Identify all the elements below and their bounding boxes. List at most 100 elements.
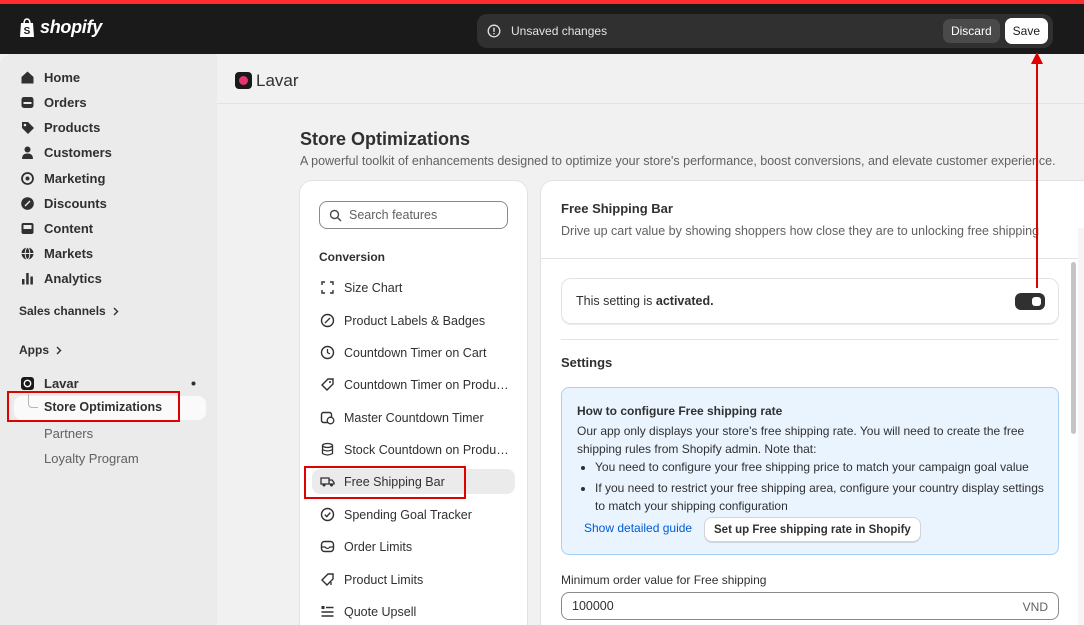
annotation-arrow bbox=[1031, 52, 1043, 288]
sidebar-item-customers[interactable]: Customers bbox=[20, 142, 112, 162]
badge-icon bbox=[320, 313, 335, 328]
page-subtitle: A powerful toolkit of enhancements desig… bbox=[300, 154, 1056, 168]
sidebar-item-label: Markets bbox=[44, 245, 94, 261]
globe-icon bbox=[21, 246, 34, 260]
sidebar-item-analytics[interactable]: Analytics bbox=[20, 268, 102, 288]
feature-label: Product Labels & Badges bbox=[344, 313, 486, 328]
list-icon bbox=[321, 606, 334, 617]
feature-item-countdown-cart[interactable]: Countdown Timer on Cart bbox=[312, 340, 515, 365]
feature-item-order-limits[interactable]: Order Limits bbox=[312, 534, 515, 559]
min-order-input[interactable] bbox=[572, 599, 972, 613]
feature-label: Size Chart bbox=[344, 280, 403, 295]
sidebar-item-markets[interactable]: Markets bbox=[20, 243, 93, 263]
activation-status: activated. bbox=[655, 294, 714, 308]
apps-label: Apps bbox=[19, 343, 49, 357]
sidebar-item-label: Discounts bbox=[44, 195, 107, 211]
main-area: Lavar Store Optimizations A powerful too… bbox=[217, 54, 1084, 625]
feature-item-product-labels[interactable]: Product Labels & Badges bbox=[312, 308, 515, 333]
sidebar-item-products[interactable]: Products bbox=[20, 117, 100, 137]
app-title: Lavar bbox=[256, 71, 299, 90]
sidebar-sub-loyalty-program[interactable]: Loyalty Program bbox=[44, 451, 139, 466]
discount-icon bbox=[21, 196, 34, 210]
currency-suffix: VND bbox=[1022, 600, 1048, 614]
tag-limit-icon bbox=[321, 573, 334, 586]
feature-item-quote-upsell[interactable]: Quote Upsell bbox=[312, 599, 515, 624]
sidebar-item-orders[interactable]: Orders bbox=[20, 92, 87, 112]
feature-item-stock-countdown[interactable]: Stock Countdown on Product Page bbox=[312, 437, 515, 462]
apps-link[interactable]: Apps bbox=[19, 343, 62, 357]
info-bullets: You need to configure your free shipping… bbox=[595, 458, 1050, 518]
sidebar-item-label: Marketing bbox=[44, 170, 106, 186]
info-banner: How to configure Free shipping rate Our … bbox=[561, 387, 1059, 555]
setup-free-shipping-button[interactable]: Set up Free shipping rate in Shopify bbox=[704, 517, 921, 542]
app-header: Lavar bbox=[217, 54, 1084, 104]
timer-icon bbox=[321, 378, 334, 391]
check-circle-icon bbox=[320, 507, 335, 522]
sidebar-item-label: Lavar bbox=[44, 375, 79, 391]
sidebar-sub-partners[interactable]: Partners bbox=[44, 426, 93, 441]
highlight-box-free-shipping-bar bbox=[304, 466, 466, 499]
sidebar-item-home[interactable]: Home bbox=[20, 67, 80, 87]
show-guide-link[interactable]: Show detailed guide bbox=[584, 521, 692, 535]
chevron-right-icon bbox=[113, 307, 119, 315]
group-label: Conversion bbox=[319, 250, 386, 264]
shopify-bag-icon: S bbox=[20, 17, 34, 37]
pin-dot-icon bbox=[191, 381, 196, 386]
tag-icon bbox=[22, 121, 34, 134]
feature-item-size-chart[interactable]: Size Chart bbox=[312, 275, 515, 300]
detail-title: Free Shipping Bar bbox=[561, 201, 673, 216]
sidebar-item-content[interactable]: Content bbox=[20, 218, 93, 238]
bar-chart-icon bbox=[22, 272, 33, 284]
feature-item-countdown-product[interactable]: Countdown Timer on Product Page bbox=[312, 372, 515, 397]
sidebar-item-lavar[interactable]: Lavar bbox=[20, 373, 79, 393]
feature-label: Countdown Timer on Cart bbox=[344, 345, 487, 360]
divider bbox=[561, 339, 1059, 340]
feature-label: Quote Upsell bbox=[344, 604, 417, 619]
search-field[interactable] bbox=[319, 201, 508, 229]
search-input[interactable] bbox=[349, 208, 499, 222]
feature-label: Countdown Timer on Product Page bbox=[344, 377, 509, 392]
lavar-app-icon bbox=[21, 376, 34, 390]
shopify-wordmark: shopify bbox=[40, 17, 102, 37]
detail-subtitle: Drive up cart value by showing shoppers … bbox=[561, 224, 1040, 238]
feature-item-product-limits[interactable]: Product Limits bbox=[312, 567, 515, 592]
min-order-label: Minimum order value for Free shipping bbox=[561, 573, 767, 587]
feature-list-card: Conversion Size Chart Product Labels & B… bbox=[300, 181, 527, 625]
sidebar-item-discounts[interactable]: Discounts bbox=[20, 193, 107, 213]
calendar-clock-icon bbox=[320, 411, 335, 425]
feature-label: Stock Countdown on Product Page bbox=[344, 442, 509, 457]
scrollbar-track[interactable] bbox=[1078, 228, 1084, 625]
divider bbox=[541, 258, 1084, 259]
feature-item-master-countdown[interactable]: Master Countdown Timer bbox=[312, 405, 515, 430]
target-icon bbox=[21, 171, 34, 185]
sidebar-item-label: Content bbox=[44, 220, 94, 236]
feature-label: Order Limits bbox=[344, 539, 413, 554]
person-icon bbox=[22, 146, 33, 159]
inbox-icon bbox=[320, 540, 335, 553]
search-icon bbox=[329, 209, 342, 221]
page-title: Store Optimizations bbox=[300, 129, 471, 149]
lavar-app-icon bbox=[235, 72, 252, 89]
sales-channels-label: Sales channels bbox=[19, 304, 106, 318]
sidebar-item-label: Home bbox=[44, 69, 81, 85]
scrollbar-thumb[interactable] bbox=[1071, 262, 1076, 434]
sales-channels-link[interactable]: Sales channels bbox=[19, 304, 119, 318]
min-order-field[interactable]: VND bbox=[561, 592, 1059, 620]
top-bar: S shopify Unsaved changes Discard Save bbox=[0, 0, 1084, 54]
feature-detail-card: Free Shipping Bar Drive up cart value by… bbox=[541, 181, 1084, 625]
info-body: Our app only displays your store's free … bbox=[577, 424, 1025, 456]
discard-button[interactable]: Discard bbox=[942, 19, 1000, 43]
activation-text: This setting is activated. bbox=[576, 294, 714, 308]
unsaved-changes-bar: Unsaved changes Discard Save bbox=[477, 14, 1053, 48]
database-icon bbox=[321, 442, 334, 456]
chevron-right-icon bbox=[56, 346, 62, 354]
feature-item-spending-goal[interactable]: Spending Goal Tracker bbox=[312, 502, 515, 527]
info-bullet: If you need to restrict your free shippi… bbox=[595, 479, 1050, 515]
sidebar-item-marketing[interactable]: Marketing bbox=[20, 168, 105, 188]
activation-prefix: This setting is bbox=[576, 294, 656, 308]
shopify-logo[interactable]: S shopify bbox=[18, 17, 102, 38]
size-chart-icon bbox=[321, 281, 334, 294]
sidebar-item-label: Orders bbox=[44, 94, 87, 110]
info-bullet: You need to configure your free shipping… bbox=[595, 458, 1050, 476]
feature-label: Product Limits bbox=[344, 572, 424, 587]
